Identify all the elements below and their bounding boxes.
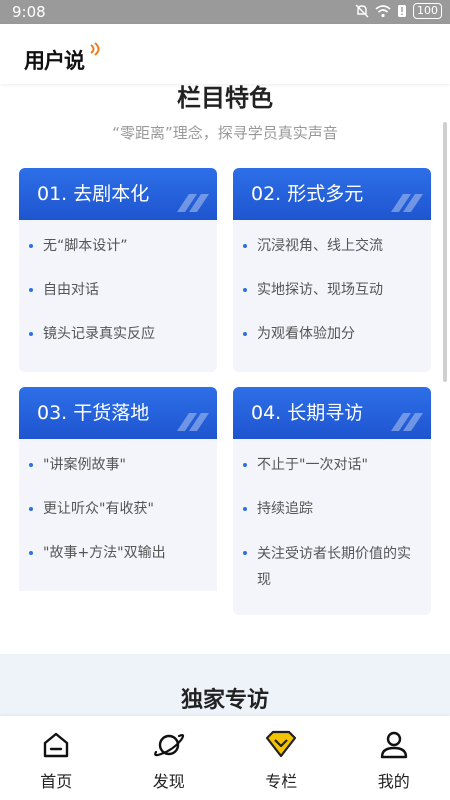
app-header: 用户说	[0, 24, 450, 84]
tab-column[interactable]: 专栏	[225, 716, 338, 800]
list-item: 持续追踪	[243, 497, 421, 521]
list-item: 实地探访、现场互动	[243, 278, 421, 302]
tab-discover[interactable]: 发现	[113, 716, 226, 800]
card-list: 无“脚本设计” 自由对话 镜头记录真实反应	[19, 220, 217, 346]
sound-wave-icon	[90, 42, 100, 56]
decorative-icon	[177, 194, 209, 212]
section-subtitle: “零距离”理念，探寻学员真实声音	[112, 124, 338, 142]
tab-mine[interactable]: 我的	[338, 716, 450, 800]
diamond-icon	[266, 730, 297, 758]
tab-label: 发现	[152, 772, 185, 791]
planet-icon	[153, 734, 184, 757]
bottom-tab-bar: 首页 发现 专栏 我的	[0, 716, 450, 800]
card-header: 03. 干货落地	[19, 387, 217, 439]
card-header: 01. 去剧本化	[19, 168, 217, 220]
tab-label: 专栏	[265, 772, 298, 791]
list-item: 关注受访者长期价值的实现	[243, 541, 421, 593]
card-header: 02. 形式多元	[233, 168, 431, 220]
card-title: 04. 长期寻访	[251, 402, 364, 424]
list-item: "讲案例故事"	[29, 453, 207, 477]
status-icons: 100	[355, 3, 442, 19]
card-title: 01. 去剧本化	[37, 183, 150, 205]
feature-card: 02. 形式多元 沉浸视角、线上交流 实地探访、现场互动 为观看体验加分	[233, 168, 431, 372]
feature-card: 01. 去剧本化 无“脚本设计” 自由对话 镜头记录真实反应	[19, 168, 217, 372]
exclusive-title: 独家专访	[180, 688, 269, 713]
list-item: 不止于"一次对话"	[243, 453, 421, 477]
list-item: 自由对话	[29, 278, 207, 302]
alert-icon	[398, 5, 406, 17]
status-time: 9:08	[12, 3, 46, 21]
list-item: 沉浸视角、线上交流	[243, 234, 421, 258]
battery-indicator: 100	[413, 3, 442, 19]
mute-icon	[355, 4, 369, 18]
card-header: 04. 长期寻访	[233, 387, 431, 439]
scrollbar[interactable]	[443, 122, 447, 382]
tab-home[interactable]: 首页	[0, 716, 113, 800]
wifi-icon	[375, 5, 391, 18]
card-title: 02. 形式多元	[251, 183, 364, 205]
list-item: "故事+方法"双输出	[29, 541, 207, 565]
feature-card: 03. 干货落地 "讲案例故事" 更让听众"有收获" "故事+方法"双输出	[19, 387, 217, 591]
decorative-icon	[391, 194, 423, 212]
decorative-icon	[177, 413, 209, 431]
decorative-icon	[391, 413, 423, 431]
tab-label: 首页	[40, 772, 73, 791]
list-item: 为观看体验加分	[243, 322, 421, 346]
list-item: 更让听众"有收获"	[29, 497, 207, 521]
app-logo: 用户说	[24, 49, 85, 73]
tab-label: 我的	[377, 772, 410, 791]
list-item: 无“脚本设计”	[29, 234, 207, 258]
card-title: 03. 干货落地	[37, 402, 150, 424]
status-bar: 9:08 100	[0, 0, 450, 24]
user-icon	[380, 731, 407, 759]
card-list: 沉浸视角、线上交流 实地探访、现场互动 为观看体验加分	[233, 220, 431, 346]
home-icon	[44, 732, 69, 758]
card-list: 不止于"一次对话" 持续追踪 关注受访者长期价值的实现	[233, 439, 431, 593]
card-list: "讲案例故事" 更让听众"有收获" "故事+方法"双输出	[19, 439, 217, 565]
list-item: 镜头记录真实反应	[29, 322, 207, 346]
feature-card: 04. 长期寻访 不止于"一次对话" 持续追踪 关注受访者长期价值的实现	[233, 387, 431, 615]
